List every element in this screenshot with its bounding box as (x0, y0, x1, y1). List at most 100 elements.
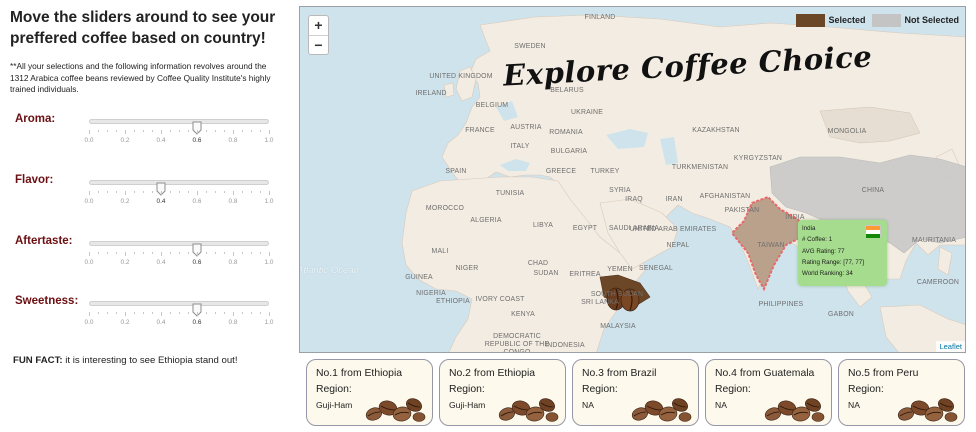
slider-tick (152, 130, 153, 132)
country-label: EGYPT (572, 225, 598, 232)
flavor-slider[interactable] (89, 180, 269, 196)
map-legend: Selected Not Selected (796, 13, 959, 27)
slider-tick-label: 0.6 (192, 198, 202, 205)
coffee-card[interactable]: No.4 from Guatemala Region: NA (705, 359, 832, 426)
slider-tick (215, 130, 216, 132)
fun-fact-text: it is interesting to see Ethiopia stand … (65, 355, 238, 366)
card-region-label: Region: (449, 384, 485, 395)
slider-tick-label: 0.8 (228, 198, 238, 205)
slider-tick (125, 130, 126, 134)
coffee-card[interactable]: No.3 from Brazil Region: NA (572, 359, 699, 426)
aftertaste-slider[interactable] (89, 241, 269, 257)
slider-tick (125, 252, 126, 256)
country-label: DEMOCRATIC REPUBLIC OF THE CONGO (484, 333, 550, 353)
country-label: NEPAL (666, 242, 690, 249)
country-label: ROMANIA (549, 129, 583, 136)
card-region-label: Region: (848, 384, 884, 395)
slider-tick (107, 130, 108, 132)
country-label: CHAD (527, 260, 549, 267)
country-label: BULGARIA (550, 148, 588, 155)
slider-tick (98, 312, 99, 314)
coffee-card[interactable]: No.1 from Ethiopia Region: Guji-Ham (306, 359, 433, 426)
slider-tick (269, 312, 270, 316)
country-label: SYRIA (609, 187, 631, 194)
slider-tick-label: 1.0 (264, 198, 274, 205)
slider-tick (116, 191, 117, 193)
slider-tick (98, 252, 99, 254)
slider-tick-label: 0.4 (156, 319, 166, 326)
country-label: NIGERIA (416, 290, 446, 297)
card-title: No.2 from Ethiopia (449, 368, 536, 379)
legend-swatch-selected (796, 13, 826, 27)
zoom-out-button[interactable]: − (309, 35, 328, 54)
card-region-value: NA (582, 400, 594, 410)
slider-tick-label: 0.2 (120, 137, 130, 144)
country-tooltip: India # Coffee: 1 AVG Rating: 77 Rating … (798, 220, 887, 286)
slider-tick (125, 191, 126, 195)
country-label: AFGHANISTAN (699, 193, 751, 200)
slider-tick (152, 191, 153, 193)
slider-tick (134, 312, 135, 314)
leaflet-attribution-link[interactable]: Leaflet (936, 341, 965, 352)
coffee-beans-icon (631, 398, 692, 422)
slider-tick (197, 130, 198, 134)
flavor-slider-group: Flavor: 0.0 0.2 0.4 0.6 0.8 1.0 (0, 174, 290, 218)
tooltip-value: 1 (828, 236, 833, 244)
slider-tick-label: 0.6 (192, 259, 202, 266)
slider-tick-label: 0.4 (156, 198, 166, 205)
slider-tick (206, 191, 207, 193)
country-label: ERITREA (569, 271, 601, 278)
slider-tick (143, 252, 144, 254)
slider-tick-labels: 0.0 0.2 0.4 0.6 0.8 1.0 (85, 137, 274, 147)
legend-label-selected: Selected (828, 15, 866, 25)
fun-fact-label: FUN FACT: (13, 355, 63, 366)
slider-tick (197, 312, 198, 316)
slider-tick (233, 130, 234, 134)
slider-tick (206, 252, 207, 254)
slider-tick (143, 130, 144, 132)
tooltip-rating-range: Rating Range: [77, 77] (802, 257, 883, 268)
slider-tick (206, 312, 207, 314)
slider-tick (242, 191, 243, 193)
world-map[interactable]: + − Selected Not Selected Explore Coffee… (299, 6, 966, 353)
country-label: BELARUS (550, 87, 584, 94)
slider-tick (233, 252, 234, 256)
aroma-slider[interactable] (89, 119, 269, 135)
country-label: TAIWAN (757, 242, 785, 249)
country-label: KAZAKHSTAN (692, 127, 740, 134)
card-region-label: Region: (582, 384, 618, 395)
slider-tick (269, 252, 270, 256)
country-label: SPAIN (445, 168, 467, 175)
country-label: SWEDEN (514, 43, 546, 50)
coffee-card[interactable]: No.2 from Ethiopia Region: Guji-Ham (439, 359, 566, 426)
india-flag-icon (865, 225, 881, 238)
slider-tick (89, 312, 90, 316)
slider-tick (161, 312, 162, 316)
card-title: No.5 from Peru (848, 368, 919, 379)
slider-tick (197, 191, 198, 195)
slider-tick-label: 0.4 (156, 137, 166, 144)
country-label: MALAYSIA (600, 323, 636, 330)
country-label: SUDAN (533, 270, 559, 277)
slider-tick-label: 0.4 (156, 259, 166, 266)
coffee-card[interactable]: No.5 from Peru Region: NA (838, 359, 965, 426)
slider-tick-labels: 0.0 0.2 0.4 0.6 0.8 1.0 (85, 319, 274, 329)
sweetness-slider[interactable] (89, 301, 269, 317)
slider-ticks (89, 252, 270, 256)
country-label: FINLAND (584, 14, 616, 21)
slider-tick (242, 130, 243, 132)
panel-headline: Move the sliders around to see your pref… (10, 9, 276, 47)
slider-tick (242, 312, 243, 314)
slider-tick (170, 312, 171, 314)
slider-tick-label: 0.2 (120, 259, 130, 266)
country-label: INDONESIA (545, 342, 585, 349)
zoom-in-button[interactable]: + (309, 16, 328, 35)
slider-tick (197, 252, 198, 256)
slider-tick (170, 130, 171, 132)
slider-tick (170, 252, 171, 254)
slider-tick (107, 312, 108, 314)
country-label: SRI LANKA (581, 299, 619, 306)
slider-tick (89, 191, 90, 195)
slider-tick (152, 312, 153, 314)
fun-fact: FUN FACT: it is interesting to see Ethio… (13, 355, 289, 366)
